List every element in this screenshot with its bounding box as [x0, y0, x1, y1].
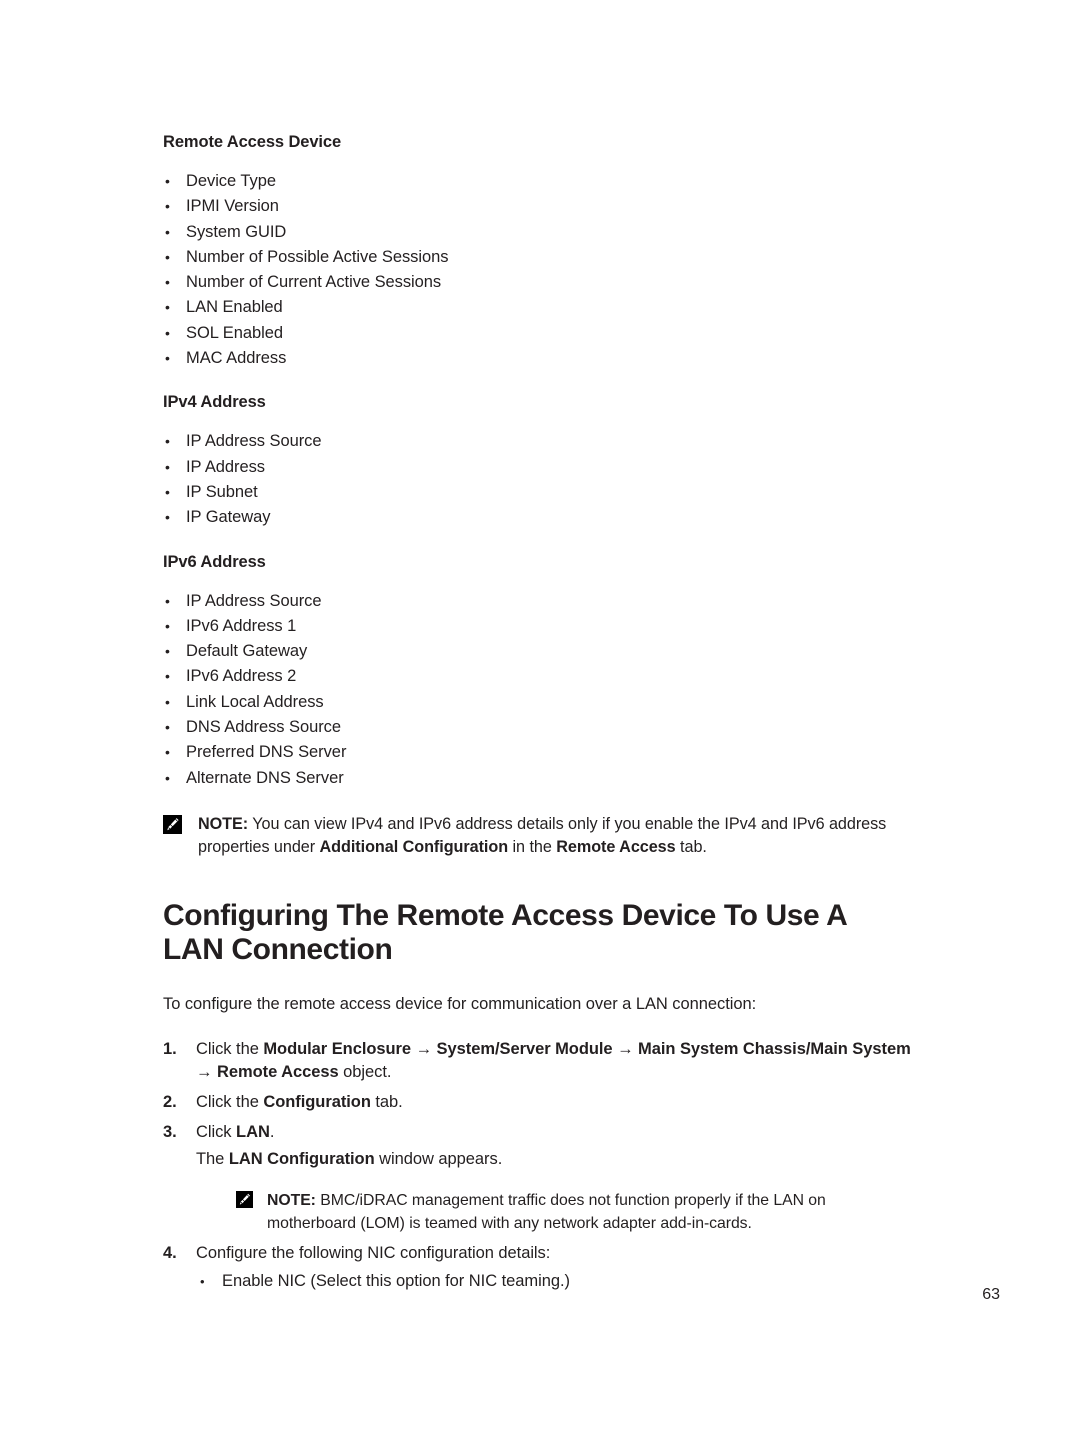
list-item: Alternate DNS Server [163, 766, 911, 792]
list-item: IP Address [163, 455, 911, 481]
list-item: IP Address Source [163, 589, 911, 615]
note-bold-remote-access: Remote Access [556, 837, 676, 856]
note-bold-additional-configuration: Additional Configuration [319, 837, 509, 856]
note-label: NOTE: [267, 1191, 316, 1209]
page-number: 63 [982, 1286, 1000, 1303]
step-text-1: Click the [196, 1039, 264, 1058]
list-item: System GUID [163, 220, 911, 246]
note-label: NOTE: [198, 814, 249, 833]
page-content: Remote Access Device Device Type IPMI Ve… [163, 131, 911, 1300]
section-heading-ipv4-address: IPv4 Address [163, 393, 266, 412]
list-item: IPv6 Address 1 [163, 614, 911, 640]
list-item: LAN Enabled [163, 295, 911, 321]
note-pencil-icon [236, 1190, 253, 1208]
list-item: Default Gateway [163, 639, 911, 665]
step-bold-lan: LAN [236, 1122, 270, 1141]
step-text-1: Click the [196, 1092, 264, 1111]
list-item: Preferred DNS Server [163, 740, 911, 766]
step-item-4: 4. Configure the following NIC configurat… [163, 1242, 911, 1293]
list-item: IP Address Source [163, 429, 911, 455]
list-item: IPv6 Address 2 [163, 664, 911, 690]
procedure-steps-list: 1. Click the Modular Enclosure → System/S… [163, 1038, 911, 1293]
step-number: 1. [163, 1039, 177, 1058]
list-item: Enable NIC (Select this option for NIC t… [196, 1270, 911, 1293]
bullet-list-remote-access-device: Device Type IPMI Version System GUID Num… [163, 169, 911, 372]
list-item: MAC Address [163, 346, 911, 372]
step-text-1: Click [196, 1122, 237, 1141]
step-item-1: 1. Click the Modular Enclosure → System/S… [163, 1038, 911, 1084]
step-four-bullet-list: Enable NIC (Select this option for NIC t… [196, 1270, 911, 1293]
document-page: Remote Access Device Device Type IPMI Ve… [0, 0, 1080, 1434]
section-heading-remote-access-device: Remote Access Device [163, 133, 342, 151]
list-item: Device Type [163, 169, 911, 195]
list-item: SOL Enabled [163, 321, 911, 347]
followup-text-1: The [196, 1149, 229, 1168]
section-heading-ipv6-address: IPv6 Address [163, 552, 266, 571]
followup-text-2: window appears. [374, 1149, 503, 1168]
step-number: 3. [163, 1122, 177, 1141]
chapter-intro-paragraph: To configure the remote access device fo… [163, 994, 757, 1013]
note-text-3: tab. [675, 837, 707, 856]
list-item: Number of Possible Active Sessions [163, 245, 911, 271]
step-number: 2. [163, 1092, 177, 1111]
list-item: Link Local Address [163, 690, 911, 716]
list-item: Number of Current Active Sessions [163, 270, 911, 296]
list-item: DNS Address Source [163, 715, 911, 741]
step-item-2: 2. Click the Configuration tab. [163, 1091, 911, 1114]
page-title: Configuring The Remote Access Device To … [163, 898, 847, 966]
step-text-2: object. [338, 1062, 392, 1081]
step-item-3: 3. Click LAN. The LAN Configuration windo… [163, 1121, 911, 1235]
bullet-list-ipv4-address: IP Address Source IP Address IP Subnet I… [163, 429, 911, 530]
note-text-2: in the [508, 837, 557, 856]
step-text-2: tab. [370, 1092, 403, 1111]
list-item: IP Gateway [163, 505, 911, 531]
note-text: BMC/iDRAC management traffic does not fu… [267, 1191, 826, 1232]
step-text-1: Configure the following NIC configuratio… [196, 1243, 551, 1262]
bullet-list-ipv6-address: IP Address Source IPv6 Address 1 Default… [163, 589, 911, 792]
list-item: IP Subnet [163, 480, 911, 506]
note-block-ipv4-ipv6: NOTE: You can view IPv4 and IPv6 address… [163, 813, 911, 859]
step-bold-path: Modular Enclosure → System/Server Module… [196, 1039, 911, 1081]
note-pencil-icon [163, 814, 182, 834]
step-bold-configuration-tab: Configuration [263, 1092, 371, 1111]
step-three-followup-text: The LAN Configuration window appears. [196, 1148, 911, 1171]
step-text-2: . [269, 1122, 275, 1141]
followup-bold-lan-configuration: LAN Configuration [228, 1149, 375, 1168]
list-item: IPMI Version [163, 194, 911, 220]
note-block-bmc-idrac: NOTE: BMC/iDRAC management traffic does … [236, 1189, 911, 1235]
step-number: 4. [163, 1243, 177, 1262]
